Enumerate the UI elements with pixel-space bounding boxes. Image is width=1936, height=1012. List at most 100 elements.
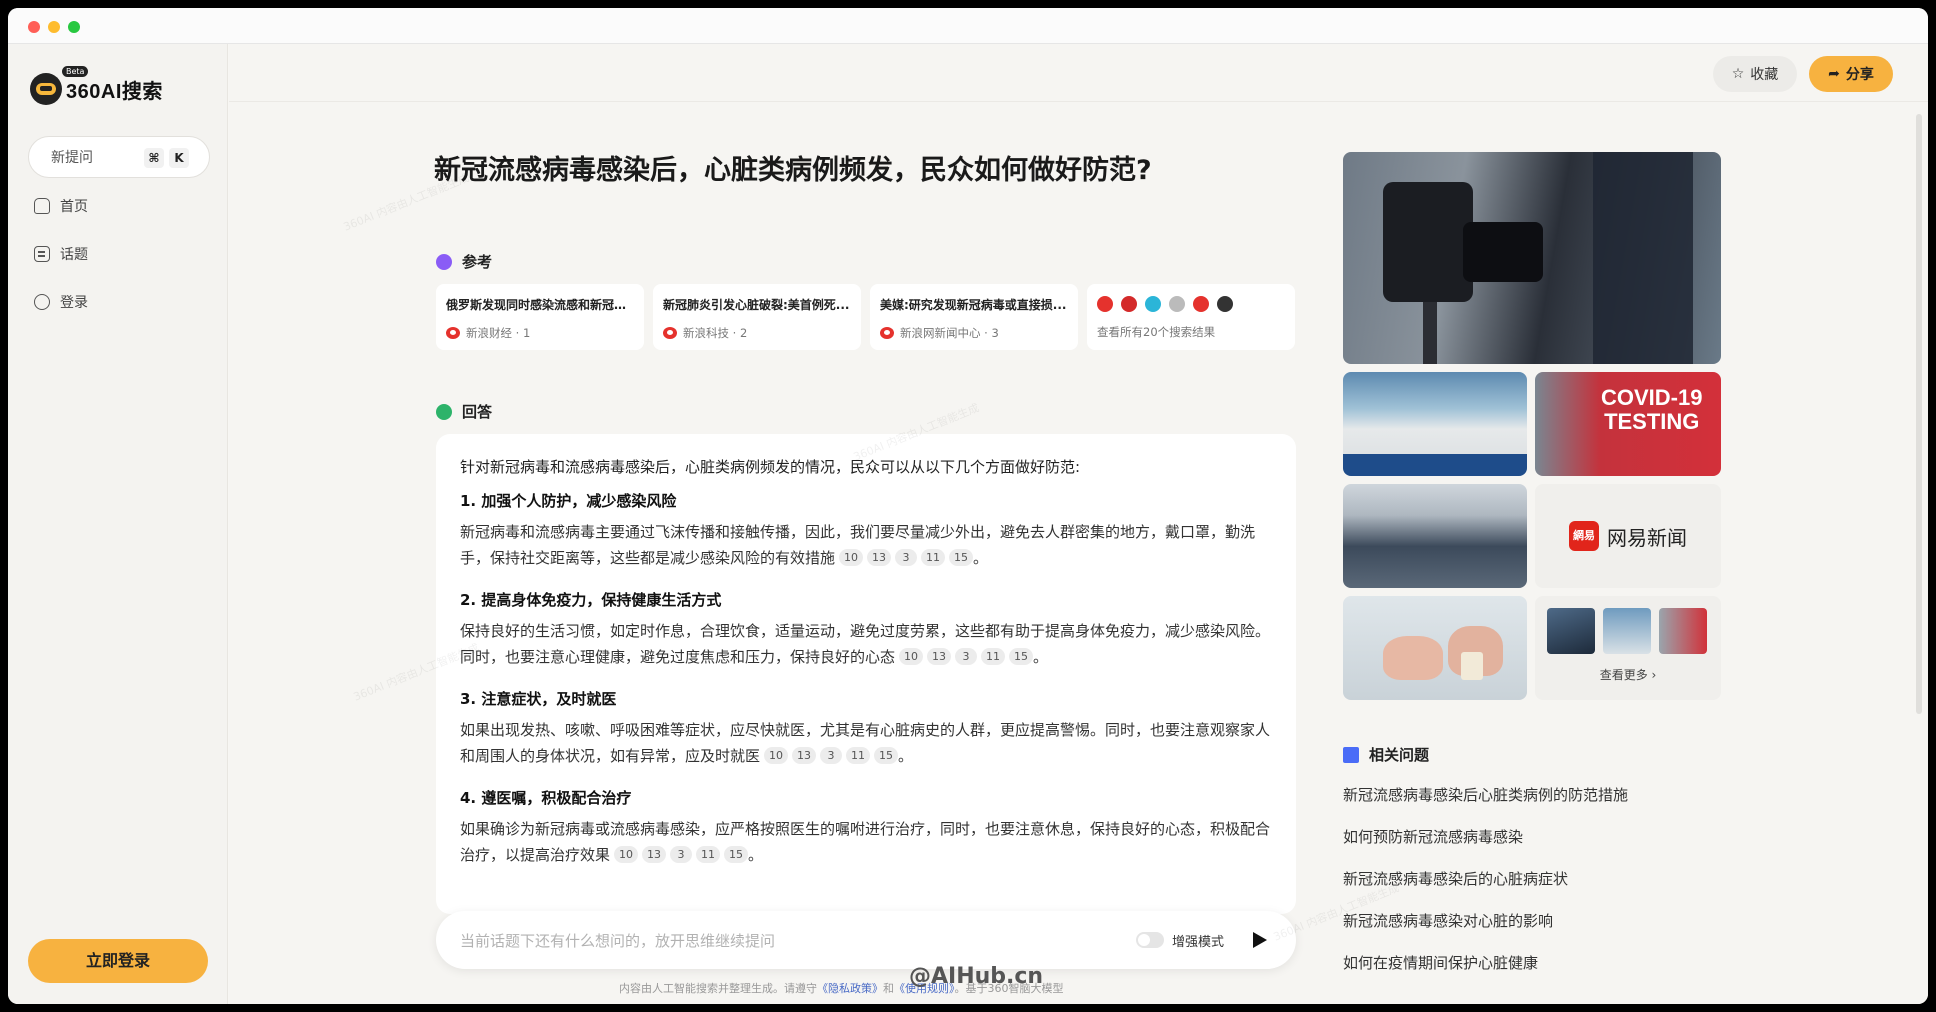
camera-shape [1383, 182, 1473, 302]
sidebar: Beta 360AI搜索 新提问 ⌘ K 首页 话题 登录 立即登录 [8, 44, 228, 1004]
tripod-shape [1423, 302, 1437, 364]
main-news-image[interactable] [1343, 152, 1721, 364]
references-heading: 参考 [436, 251, 492, 272]
app-window: Beta 360AI搜索 新提问 ⌘ K 首页 话题 登录 立即登录 ☆ 收藏 [8, 8, 1928, 1004]
title-bar [8, 8, 1928, 44]
see-more-link: 查看更多 › [1599, 668, 1657, 682]
app-logo[interactable]: Beta 360AI搜索 [30, 66, 163, 106]
netease-news-card[interactable]: 網易 网易新闻 [1535, 484, 1721, 588]
answer-section-title: 1. 加强个人防护，减少感染风险 [460, 492, 677, 510]
citation-badge[interactable]: 15 [724, 846, 749, 863]
related-question[interactable]: 如何预防新冠流感病毒感染 [1343, 826, 1628, 868]
top-bar: ☆ 收藏 ➦ 分享 [229, 44, 1928, 102]
reference-source-text: 新浪财经 · 1 [466, 326, 531, 340]
reference-card[interactable]: 新冠肺炎引发心脏破裂:美首例死... 新浪科技 · 2 [653, 284, 861, 350]
reference-card[interactable]: 美媒:研究发现新冠病毒或直接损... 新浪网新闻中心 · 3 [870, 284, 1078, 350]
answer-section-text: 如果出现发热、咳嗽、呼吸困难等症状，应尽快就医，尤其是有心脏病史的人群，更应提高… [460, 721, 1271, 765]
sidebar-item-topics[interactable]: 话题 [34, 242, 88, 266]
citation-badge[interactable]: 3 [895, 549, 918, 566]
sidebar-item-label: 登录 [60, 295, 88, 311]
person-shape [1593, 152, 1693, 364]
camera-lens-shape [1463, 222, 1543, 282]
star-icon: ☆ [1731, 66, 1745, 82]
citation-badge[interactable]: 11 [696, 846, 721, 863]
background-watermark: 360AI 内容由人工智能生成 [341, 171, 471, 234]
enhanced-mode-toggle[interactable] [1136, 932, 1164, 948]
close-window-button[interactable] [28, 21, 40, 33]
weibo-icon [446, 327, 460, 339]
page-title: 新冠流感病毒感染后，心脏类病例频发，民众如何做好防范? [434, 155, 1152, 186]
related-heading-label: 相关问题 [1369, 746, 1430, 764]
citation-badge[interactable]: 3 [820, 747, 843, 764]
new-question-label: 新提问 [51, 150, 93, 166]
netease-logo-icon: 網易 [1569, 521, 1599, 551]
follow-up-input[interactable]: 当前话题下还有什么想问的，放开思维继续提问 [460, 930, 775, 951]
related-question[interactable]: 新冠流感病毒感染对心脏的影响 [1343, 910, 1628, 952]
weibo-icon [880, 327, 894, 339]
answer-section: 2. 提高身体免疫力，保持健康生活方式 保持良好的生活习惯，如定时作息，合理饮食… [460, 589, 1272, 670]
news-source-icon [1121, 296, 1137, 312]
answer-text: 如果确诊为新冠病毒或流感病毒感染，应严格按照医生的嘱咐进行治疗，同时，也要注意休… [460, 820, 1271, 864]
k-key-icon: K [169, 148, 189, 168]
reference-card[interactable]: 俄罗斯发现同时感染流感和新冠病... 新浪财经 · 1 [436, 284, 644, 350]
share-icon: ➦ [1828, 66, 1840, 82]
citation-badge[interactable]: 10 [764, 747, 789, 764]
reference-icon [436, 253, 452, 270]
citation-badge[interactable]: 11 [921, 549, 946, 566]
beta-badge: Beta [62, 66, 89, 77]
citation-badge[interactable]: 3 [670, 846, 693, 863]
citation-badge[interactable]: 13 [642, 846, 667, 863]
logo-text: 360AI搜索 [66, 80, 163, 103]
sidebar-item-login[interactable]: 登录 [34, 290, 88, 314]
minimize-window-button[interactable] [48, 21, 60, 33]
follow-up-input-bar: 当前话题下还有什么想问的，放开思维继续提问 增强模式 [436, 911, 1296, 969]
reference-source-text: 新浪科技 · 2 [683, 326, 748, 340]
citation-badge[interactable]: 10 [614, 846, 639, 863]
maximize-window-button[interactable] [68, 21, 80, 33]
footer-and: 和 [883, 982, 894, 995]
citation-badge[interactable]: 15 [949, 549, 974, 566]
citation-badge[interactable]: 10 [839, 549, 864, 566]
see-more-images-card[interactable]: 查看更多 › [1535, 596, 1721, 700]
citation-badge[interactable]: 11 [981, 648, 1006, 665]
citation-badge[interactable]: 15 [874, 747, 899, 764]
covid-testing-image[interactable]: COVID-19 TESTING [1535, 372, 1721, 476]
scrollbar[interactable] [1916, 114, 1922, 714]
favorite-button[interactable]: ☆ 收藏 [1713, 56, 1797, 92]
sidebar-item-home[interactable]: 首页 [34, 194, 88, 218]
reference-source: 新浪财经 · 1 [446, 325, 634, 341]
citation-badge[interactable]: 13 [792, 747, 817, 764]
citation-badge[interactable]: 11 [846, 747, 871, 764]
citation-badge[interactable]: 15 [1009, 648, 1034, 665]
citation-badge[interactable]: 13 [867, 549, 892, 566]
related-question[interactable]: 如何在疫情期间保护心脏健康 [1343, 952, 1628, 994]
answer-section: 1. 加强个人防护，减少感染风险 新冠病毒和流感病毒主要通过飞沫传播和接触传播，… [460, 490, 1272, 571]
reference-source-text: 新浪网新闻中心 · 3 [900, 326, 999, 340]
citation-badge[interactable]: 13 [927, 648, 952, 665]
toe-tag-shape [1461, 652, 1483, 680]
login-icon [34, 294, 50, 310]
news-image[interactable] [1343, 372, 1527, 476]
login-now-button[interactable]: 立即登录 [28, 939, 208, 983]
citation-badge[interactable]: 3 [955, 648, 978, 665]
share-button[interactable]: ➦ 分享 [1809, 56, 1893, 92]
health-source-icon [1145, 296, 1161, 312]
related-question[interactable]: 新冠流感病毒感染后心脏类病例的防范措施 [1343, 784, 1628, 826]
sidebar-item-label: 首页 [60, 199, 88, 215]
news-image[interactable] [1343, 596, 1527, 700]
citation-badge[interactable]: 10 [899, 648, 924, 665]
thumbnail-image [1659, 608, 1707, 654]
home-icon [34, 198, 50, 214]
covid-sign-line: COVID-19 [1601, 385, 1703, 410]
privacy-policy-link[interactable]: 《隐私政策》 [817, 982, 883, 995]
all-results-card[interactable]: 查看所有20个搜索结果 [1087, 284, 1295, 350]
footer-prefix: 内容由人工智能搜索并整理生成。请遵守 [619, 982, 817, 995]
weibo-icon [1097, 296, 1113, 312]
new-question-button[interactable]: 新提问 ⌘ K [28, 136, 210, 178]
reference-source: 新浪科技 · 2 [663, 325, 851, 341]
news-source-icon [1217, 296, 1233, 312]
answer-heading: 回答 [436, 401, 492, 422]
answer-section: 4. 遵医嘱，积极配合治疗 如果确诊为新冠病毒或流感病毒感染，应严格按照医生的嘱… [460, 787, 1272, 868]
answer-card: 针对新冠病毒和流感病毒感染后，心脏类病例频发的情况，民众可以从以下几个方面做好防… [436, 434, 1296, 914]
hospital-image[interactable] [1343, 484, 1527, 588]
